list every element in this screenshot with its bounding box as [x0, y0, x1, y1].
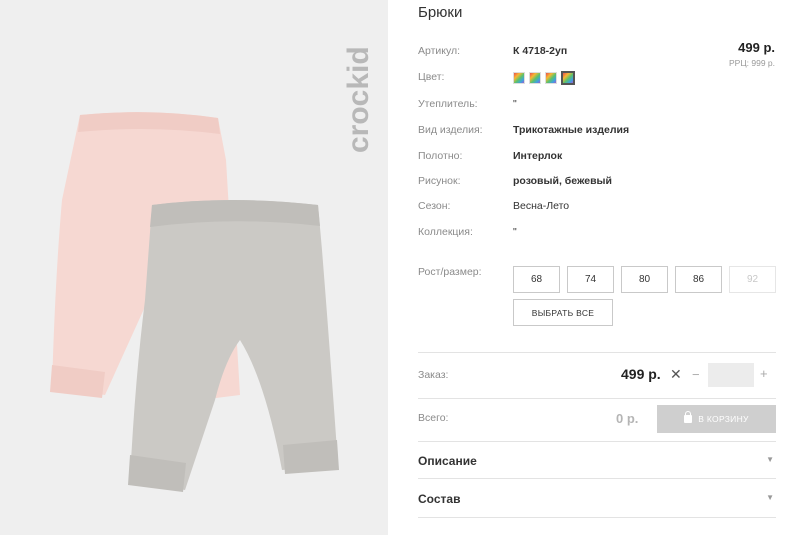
accordion-label: Описание	[418, 454, 477, 468]
attr-value: Трикотажные изделия	[513, 124, 630, 136]
attr-label: Утеплитель:	[418, 98, 478, 110]
divider	[418, 478, 776, 479]
attr-label: Цвет:	[418, 71, 445, 83]
divider	[418, 398, 776, 399]
size-option[interactable]: 74	[567, 266, 614, 293]
order-price: 499 р.	[621, 366, 661, 382]
attr-label: Артикул:	[418, 45, 461, 57]
chevron-down-icon: ▼	[766, 455, 774, 464]
attr-value: "	[513, 226, 517, 238]
attr-label: Вид изделия:	[418, 124, 483, 136]
color-swatch[interactable]	[513, 72, 525, 84]
size-option-unavailable: 92	[729, 266, 776, 293]
total-sum: 0 р.	[616, 411, 639, 426]
recommended-price: РРЦ: 999 р.	[729, 58, 775, 68]
quantity-input[interactable]	[708, 363, 754, 387]
order-row: Заказ: 499 р. ✕ − +	[418, 353, 776, 397]
attr-value: розовый, бежевый	[513, 175, 612, 187]
attr-value: Интерлок	[513, 150, 563, 162]
product-image[interactable]: crockid	[0, 0, 388, 535]
attr-label: Коллекция:	[418, 226, 473, 238]
attr-value: К 4718-2уп	[513, 45, 568, 57]
product-title: Брюки	[418, 4, 463, 21]
attr-label: Рисунок:	[418, 175, 461, 187]
select-all-button[interactable]: ВЫБРАТЬ ВСЕ	[513, 299, 613, 326]
add-to-cart-button[interactable]: В КОРЗИНУ	[657, 405, 776, 433]
product-info-panel: Брюки 499 р. РРЦ: 999 р. Артикул: К 4718…	[418, 0, 778, 535]
total-row: Всего: 0 р. В КОРЗИНУ	[418, 400, 776, 440]
add-to-cart-label: В КОРЗИНУ	[698, 414, 749, 424]
times-icon: ✕	[670, 366, 682, 382]
chevron-down-icon: ▼	[766, 493, 774, 502]
decrease-quantity-button[interactable]: −	[692, 367, 700, 382]
order-label: Заказ:	[418, 369, 449, 381]
color-swatches	[513, 71, 575, 85]
accordion-label: Состав	[418, 492, 461, 506]
size-label: Рост/размер:	[418, 266, 482, 278]
color-swatch-selected[interactable]	[561, 71, 575, 85]
attr-label: Полотно:	[418, 150, 463, 162]
size-option[interactable]: 80	[621, 266, 668, 293]
size-option[interactable]: 68	[513, 266, 560, 293]
attr-value: "	[513, 98, 517, 110]
brand-logo: crockid	[342, 46, 375, 153]
size-option[interactable]: 86	[675, 266, 722, 293]
attr-value: Весна-Лето	[513, 200, 570, 212]
svg-text:crockid: crockid	[342, 46, 375, 153]
total-label: Всего:	[418, 412, 449, 424]
grey-pants	[128, 200, 339, 492]
accordion-composition[interactable]: Состав ▼	[418, 480, 776, 516]
accordion-description[interactable]: Описание ▼	[418, 442, 776, 478]
shopping-bag-icon	[684, 411, 693, 423]
color-swatch[interactable]	[529, 72, 541, 84]
color-swatch[interactable]	[545, 72, 557, 84]
product-price: 499 р.	[738, 40, 775, 55]
size-options: 68 74 80 86 92	[513, 266, 776, 293]
divider	[418, 517, 776, 518]
increase-quantity-button[interactable]: +	[760, 366, 768, 381]
attr-label: Сезон:	[418, 200, 451, 212]
